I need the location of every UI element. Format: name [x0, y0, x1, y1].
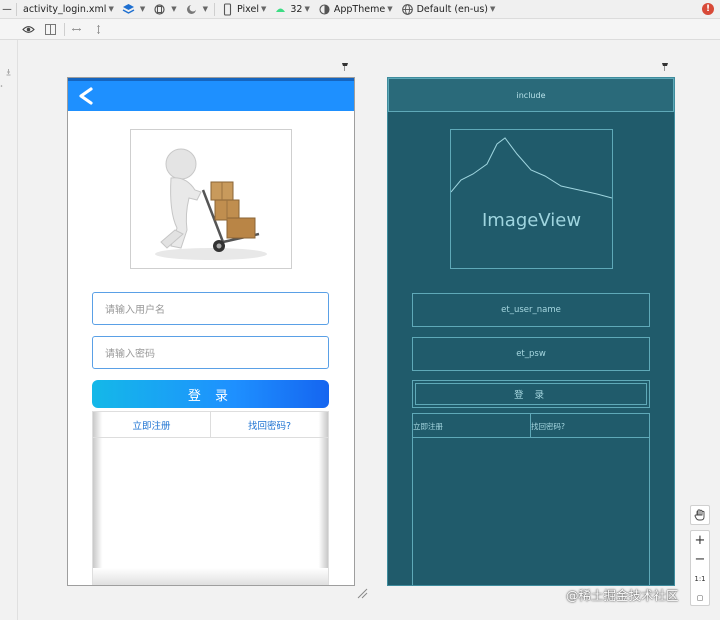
android-icon [274, 3, 287, 16]
forgot-password-link[interactable]: 找回密码? [211, 412, 328, 438]
password-input[interactable]: 请输入密码 [92, 336, 329, 369]
toolbar-divider [16, 2, 17, 16]
username-placeholder: 请输入用户名 [105, 305, 165, 316]
chevron-down-icon: ▼ [139, 5, 146, 13]
button-inner-outline [415, 383, 647, 405]
api-level-selector[interactable]: 32 ▼ [270, 1, 313, 18]
locale-name: Default (en-us) [416, 3, 489, 15]
register-link-label: 立即注册 [132, 420, 171, 432]
split-view-icon [44, 23, 57, 36]
toolbar-divider [214, 2, 216, 16]
file-name: activity_login.xml [23, 3, 107, 15]
blueprint-imageview[interactable]: ImageView [450, 129, 613, 269]
phone-design-preview[interactable]: 请输入用户名 请输入密码 登 录 立即注册 找回密码? [67, 77, 355, 586]
file-selector[interactable]: activity_login.xml ▼ [19, 1, 118, 18]
view-options-button[interactable] [0, 21, 42, 38]
vertical-constraint-button[interactable] [89, 21, 111, 38]
forgot-password-label: 找回密码? [247, 420, 292, 432]
device-selector[interactable]: Pixel ▼ [217, 1, 270, 18]
toolbar-divider [64, 22, 65, 36]
chevron-down-icon: ▼ [108, 5, 114, 13]
theme-selector[interactable]: AppTheme ▼ [314, 1, 397, 18]
eye-icon [22, 23, 35, 36]
blueprint-password-field[interactable]: et_psw [412, 337, 650, 371]
links-shadow [93, 568, 328, 585]
editor-toolbar: — activity_login.xml ▼ ▼ ▼ ▼ Pixel ▼ 32 … [0, 0, 720, 19]
left-gutter [0, 40, 18, 620]
chevron-down-icon: ▼ [304, 5, 310, 13]
login-button-label: 登 录 [187, 388, 234, 404]
orientation-selector[interactable]: ▼ [149, 1, 180, 18]
view-toolbar: ? [0, 19, 720, 54]
zoom-out-button[interactable]: − [691, 550, 709, 569]
blueprint-login-button[interactable]: 登 录 [412, 380, 650, 408]
login-image [130, 129, 292, 269]
hand-icon [694, 509, 705, 521]
arrows-vertical-icon [92, 23, 105, 36]
password-id: et_psw [516, 349, 546, 359]
chevron-left-icon[interactable] [74, 84, 96, 108]
links-container: 立即注册 找回密码? [92, 411, 329, 585]
image-placeholder-icon [451, 137, 612, 199]
blueprint-register-label: 立即注册 [413, 421, 443, 431]
rotate-icon [153, 3, 166, 16]
blueprint-forgot-label: 找回密码? [531, 421, 565, 431]
blueprint-register-link[interactable]: 立即注册 [413, 414, 531, 438]
blueprint-preview[interactable]: include ImageView et_user_name et_psw 登 … [387, 77, 675, 586]
menu-dash[interactable]: — [0, 1, 14, 18]
blueprint-forgot-link[interactable]: 找回密码? [531, 414, 649, 438]
pan-button[interactable] [690, 505, 710, 525]
delivery-figure-image [155, 148, 267, 260]
imageview-label: ImageView [481, 210, 582, 231]
api-level: 32 [290, 3, 303, 15]
arrows-horizontal-icon [70, 23, 83, 36]
register-link[interactable]: 立即注册 [93, 412, 211, 438]
theme-name: AppTheme [333, 3, 386, 15]
theme-icon [318, 3, 331, 16]
blueprint-links-row: 立即注册 找回密码? [413, 414, 649, 438]
night-mode-icon [185, 3, 198, 16]
chevron-down-icon: ▼ [202, 5, 209, 13]
locale-selector[interactable]: Default (en-us) ▼ [397, 1, 500, 18]
password-placeholder: 请输入密码 [105, 349, 155, 360]
pin-icon[interactable] [660, 62, 670, 72]
design-surface-selector[interactable]: ▼ [118, 1, 149, 18]
device-name: Pixel [237, 3, 259, 15]
username-id: et_user_name [501, 305, 561, 315]
blueprint-username-field[interactable]: et_user_name [412, 293, 650, 327]
chevron-down-icon: ▼ [171, 5, 177, 13]
error-icon[interactable]: ! [702, 3, 714, 15]
horizontal-constraint-button[interactable] [67, 21, 89, 38]
chevron-down-icon: ▼ [261, 5, 267, 13]
chevron-down-icon: ▼ [387, 5, 393, 13]
login-button[interactable]: 登 录 [92, 380, 329, 408]
blueprint-include[interactable]: include [388, 78, 674, 112]
pin-icon[interactable] [340, 62, 350, 72]
split-view-button[interactable] [42, 21, 62, 38]
night-mode-selector[interactable]: ▼ [181, 1, 212, 18]
watermark-text: @稀土掘金技术社区 [566, 588, 679, 603]
layout-editor: — activity_login.xml ▼ ▼ ▼ ▼ Pixel ▼ 32 … [0, 0, 720, 620]
chevron-down-icon: ▼ [490, 5, 496, 13]
zoom-in-button[interactable]: + [691, 531, 709, 550]
include-label: include [516, 90, 546, 100]
layers-icon [122, 3, 135, 16]
blueprint-links-container[interactable]: 立即注册 找回密码? [412, 413, 650, 585]
username-input[interactable]: 请输入用户名 [92, 292, 329, 325]
phone-icon [221, 2, 234, 16]
globe-icon [401, 3, 414, 16]
resize-handle-icon[interactable] [356, 587, 368, 599]
title-bar [68, 78, 354, 111]
